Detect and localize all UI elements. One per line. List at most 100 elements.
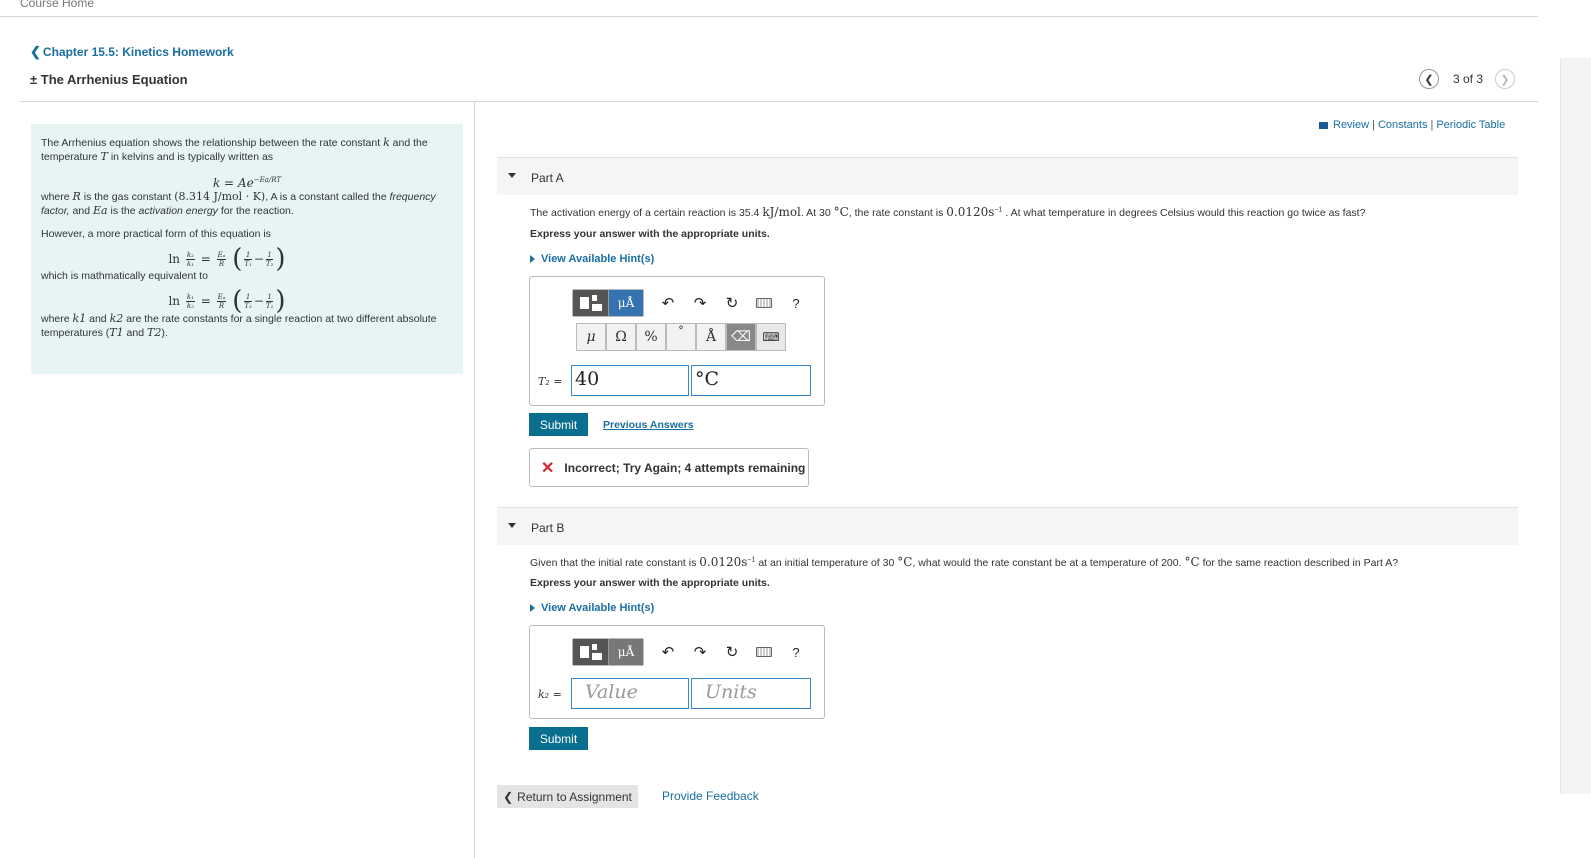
reset-icon[interactable]: ↻	[716, 289, 748, 317]
constants-link[interactable]: Constants	[1378, 119, 1428, 131]
degree-symbol-button[interactable]: °	[666, 323, 696, 351]
math-value: 0.0120s	[699, 555, 748, 569]
redo-icon[interactable]: ↷	[684, 638, 716, 666]
equation-exponent: −Ea/RT	[253, 176, 282, 184]
help-icon[interactable]: ?	[780, 638, 812, 666]
templates-icon	[579, 644, 602, 660]
toolbar-template-group: μÅ	[572, 289, 644, 317]
units-button[interactable]: μÅ	[609, 639, 643, 665]
keyboard-glyph	[756, 647, 772, 657]
toolbar-template-group: μÅ	[572, 638, 644, 666]
percent-symbol-button[interactable]: %	[636, 323, 666, 351]
question-text: The activation energy of a certain react…	[530, 207, 760, 219]
math-unit: kJ/mol	[762, 205, 801, 219]
chevron-left-icon: ❮	[30, 44, 41, 59]
hint-label: View Available Hint(s)	[541, 253, 655, 265]
undo-icon[interactable]: ↶	[652, 289, 684, 317]
course-home-link[interactable]: Course Home	[20, 0, 94, 10]
redo-icon[interactable]: ↷	[684, 289, 716, 317]
math-toolbar: μÅ ↶ ↷ ↻ ?	[572, 289, 812, 317]
provide-feedback-link[interactable]: Provide Feedback	[662, 789, 759, 803]
part-b-header[interactable]: Part B	[497, 507, 1518, 545]
question-text: Given that the initial rate constant is	[530, 557, 697, 569]
pager-count: 3 of 3	[1453, 72, 1484, 86]
math-T2: T2	[147, 326, 162, 339]
question-text: at an initial temperature of 30	[758, 557, 895, 569]
previous-answers-link[interactable]: Previous Answers	[603, 419, 694, 431]
reset-icon[interactable]: ↻	[716, 638, 748, 666]
intro-text: in kelvins and is typically written as	[110, 151, 274, 163]
part-a-answer-box: μÅ ↶ ↷ ↻ ? μ Ω % ° Å ⌫ ⌨ T₂ = 40 °C	[529, 276, 825, 406]
book-icon	[1319, 121, 1328, 129]
review-link[interactable]: Review	[1333, 119, 1369, 131]
periodic-table-link[interactable]: Periodic Table	[1436, 119, 1505, 131]
chevron-left-icon: ❮	[503, 789, 514, 804]
part-a-header[interactable]: Part A	[497, 157, 1518, 195]
keyboard-glyph	[756, 298, 772, 308]
math-T1: T1	[109, 326, 124, 339]
part-a-question: The activation energy of a certain react…	[530, 205, 1365, 219]
feedback-text: Incorrect; Try Again; 4 attempts remaini…	[564, 460, 806, 475]
units-input[interactable]: °C	[691, 365, 811, 396]
separator: |	[1372, 119, 1375, 131]
intro-text: ).	[161, 327, 168, 339]
value-input[interactable]: 40	[571, 365, 689, 396]
k2-label: k₂ =	[538, 688, 562, 701]
math-toolbar: μÅ ↶ ↷ ↻ ?	[572, 638, 812, 666]
log-form-equation-1: ln k₂ k₁ = Eₐ R (1 T₁ −1 T₂)	[168, 244, 286, 274]
resource-links: Review | Constants | Periodic Table	[1319, 119, 1505, 131]
math-R: R	[72, 190, 81, 203]
next-page-button[interactable]: ❯	[1495, 69, 1516, 89]
units-button[interactable]: μÅ	[609, 290, 643, 316]
page-title: ± The Arrhenius Equation	[30, 72, 188, 87]
header-divider	[0, 16, 1538, 17]
math-k: k	[383, 136, 390, 149]
templates-button[interactable]	[573, 639, 609, 665]
t2-label: T₂ =	[538, 375, 563, 388]
part-b-answer-box: μÅ ↶ ↷ ↻ ? k₂ = Value Units	[529, 625, 825, 719]
scrollbar[interactable]	[1560, 58, 1591, 794]
part-b-submit-button[interactable]: Submit	[529, 727, 588, 750]
keyboard-toggle-icon[interactable]: ⌨	[756, 323, 786, 351]
symbol-palette: μ Ω % ° Å ⌫ ⌨	[576, 323, 786, 351]
collapse-triangle-icon	[508, 173, 516, 178]
question-text: . At what temperature in degrees Celsius…	[1005, 207, 1366, 219]
intro-paragraph-1: The Arrhenius equation shows the relatio…	[41, 136, 453, 164]
intro-text: , A is a constant called the	[265, 191, 387, 203]
separator: |	[1430, 119, 1434, 131]
omega-symbol-button[interactable]: Ω	[606, 323, 636, 351]
intro-text: and	[89, 313, 107, 325]
chevron-left-icon: ❮	[1424, 73, 1434, 86]
undo-icon[interactable]: ↶	[652, 638, 684, 666]
units-input[interactable]: Units	[691, 678, 811, 709]
intro-paragraph-5: where k1 and k2 are the rate constants f…	[41, 312, 453, 340]
part-a-label: Part A	[531, 171, 564, 185]
chapter-breadcrumb-link[interactable]: ❮ Chapter 15.5: Kinetics Homework	[30, 44, 234, 60]
mu-symbol-button[interactable]: μ	[576, 323, 606, 351]
gas-constant-value: (8.314 J/mol · K)	[174, 190, 266, 203]
equation-base: k = Ae	[212, 176, 254, 190]
math-unit: °C	[833, 205, 849, 219]
question-text: . At 30	[800, 207, 831, 219]
value-input[interactable]: Value	[571, 678, 689, 709]
return-to-assignment-button[interactable]: ❮ Return to Assignment	[497, 785, 638, 808]
return-label: Return to Assignment	[517, 789, 632, 804]
part-a-hint-toggle[interactable]: View Available Hint(s)	[530, 253, 654, 265]
part-b-question: Given that the initial rate constant is …	[530, 555, 1398, 569]
keyboard-icon[interactable]	[748, 289, 780, 317]
templates-button[interactable]	[573, 290, 609, 316]
intro-text-italic: activation energy	[138, 205, 218, 217]
help-icon[interactable]: ?	[780, 289, 812, 317]
keyboard-icon[interactable]	[748, 638, 780, 666]
question-text: for the same reaction described in Part …	[1202, 557, 1399, 569]
angstrom-symbol-button[interactable]: Å	[696, 323, 726, 351]
part-b-hint-toggle[interactable]: View Available Hint(s)	[530, 602, 654, 614]
title-divider	[20, 101, 1538, 102]
prev-page-button[interactable]: ❮	[1419, 69, 1439, 89]
delete-icon[interactable]: ⌫	[726, 323, 756, 351]
caret-right-icon	[530, 604, 535, 613]
math-value: 0.0120s	[946, 205, 995, 219]
part-b-label: Part B	[531, 521, 565, 535]
intro-paragraph-4: which is mathmatically equivalent to	[41, 270, 208, 282]
part-a-submit-button[interactable]: Submit	[529, 413, 588, 436]
